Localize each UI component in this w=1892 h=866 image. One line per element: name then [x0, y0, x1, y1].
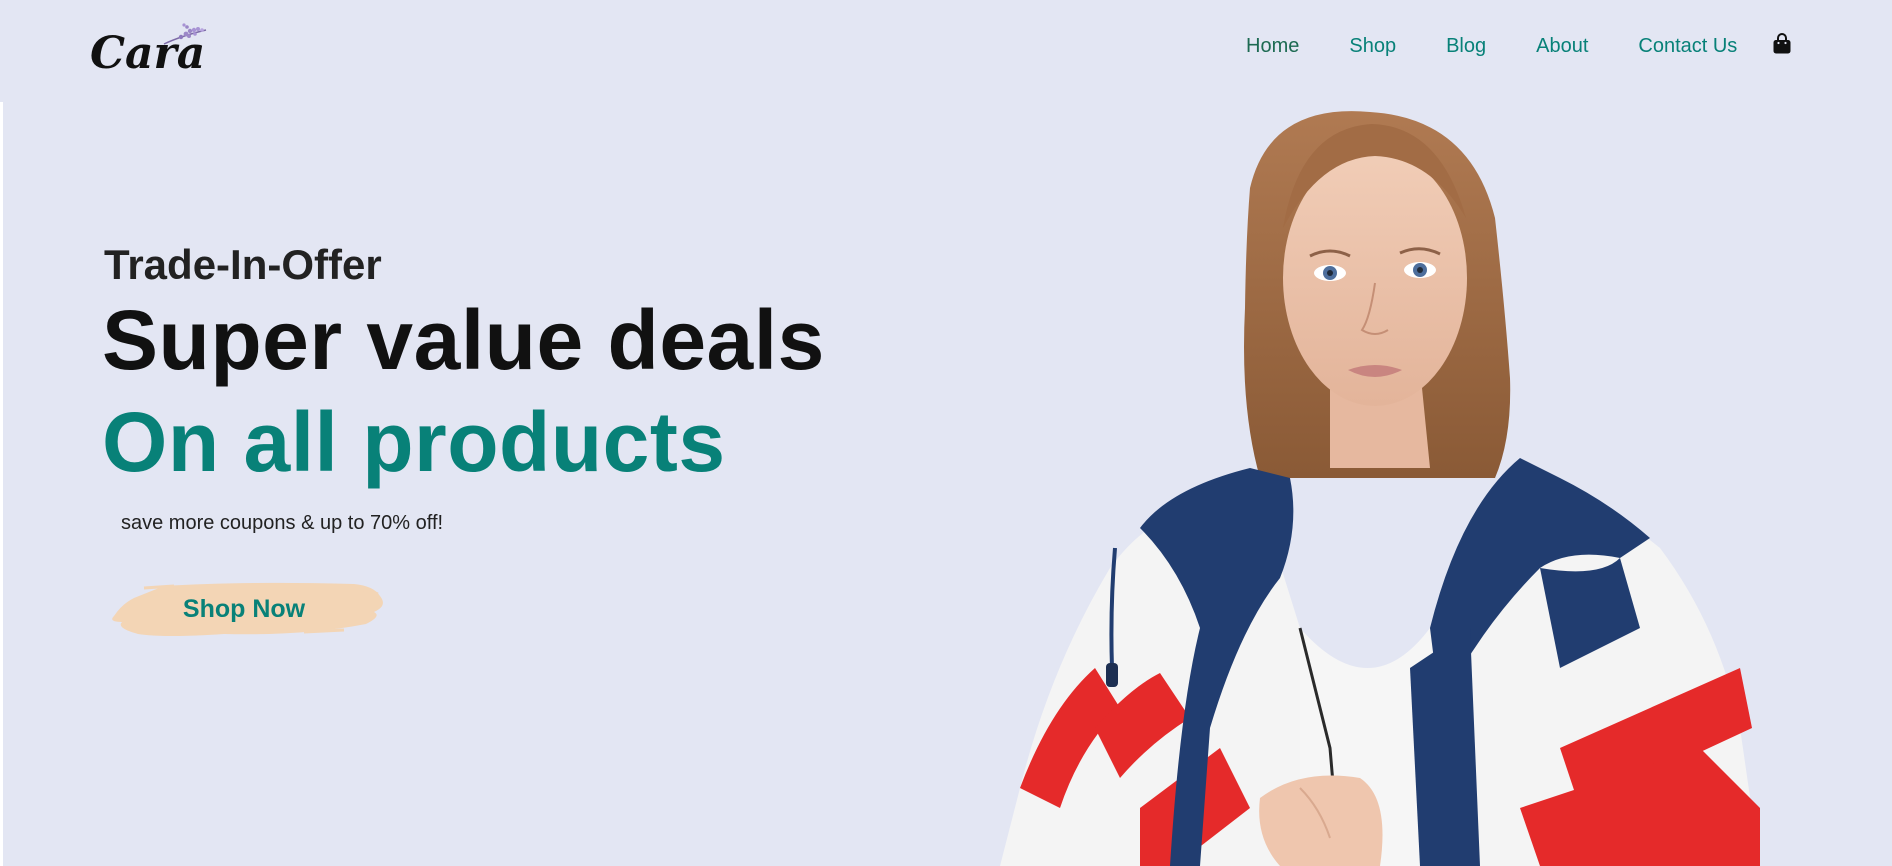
nav-blog[interactable]: Blog [1446, 32, 1486, 60]
shop-now-label: Shop Now [182, 595, 306, 623]
brand-logo[interactable]: Cara [86, 18, 216, 78]
nav-shop[interactable]: Shop [1349, 32, 1396, 60]
shopping-bag-icon[interactable] [1772, 33, 1792, 55]
nav-home[interactable]: Home [1246, 32, 1299, 60]
woman-in-windbreaker-photo [1000, 111, 1760, 866]
nav-contact-us[interactable]: Contact Us [1638, 32, 1737, 60]
nav-about[interactable]: About [1536, 32, 1588, 60]
main-nav: Home Shop Blog About Contact Us [1246, 32, 1787, 60]
hero-description: save more coupons & up to 70% off! [121, 512, 444, 534]
hero-kicker: Trade-In-Offer [104, 241, 382, 288]
site-header: Cara Home Shop Blog About Contact Us [0, 0, 1892, 102]
hero-headline: Super value deals [102, 293, 825, 387]
hero-subheadline: On all products [102, 395, 726, 489]
page-left-edge [0, 102, 3, 866]
shop-now-button[interactable]: Shop Now [104, 576, 384, 642]
logo-text: Cara [90, 28, 205, 78]
